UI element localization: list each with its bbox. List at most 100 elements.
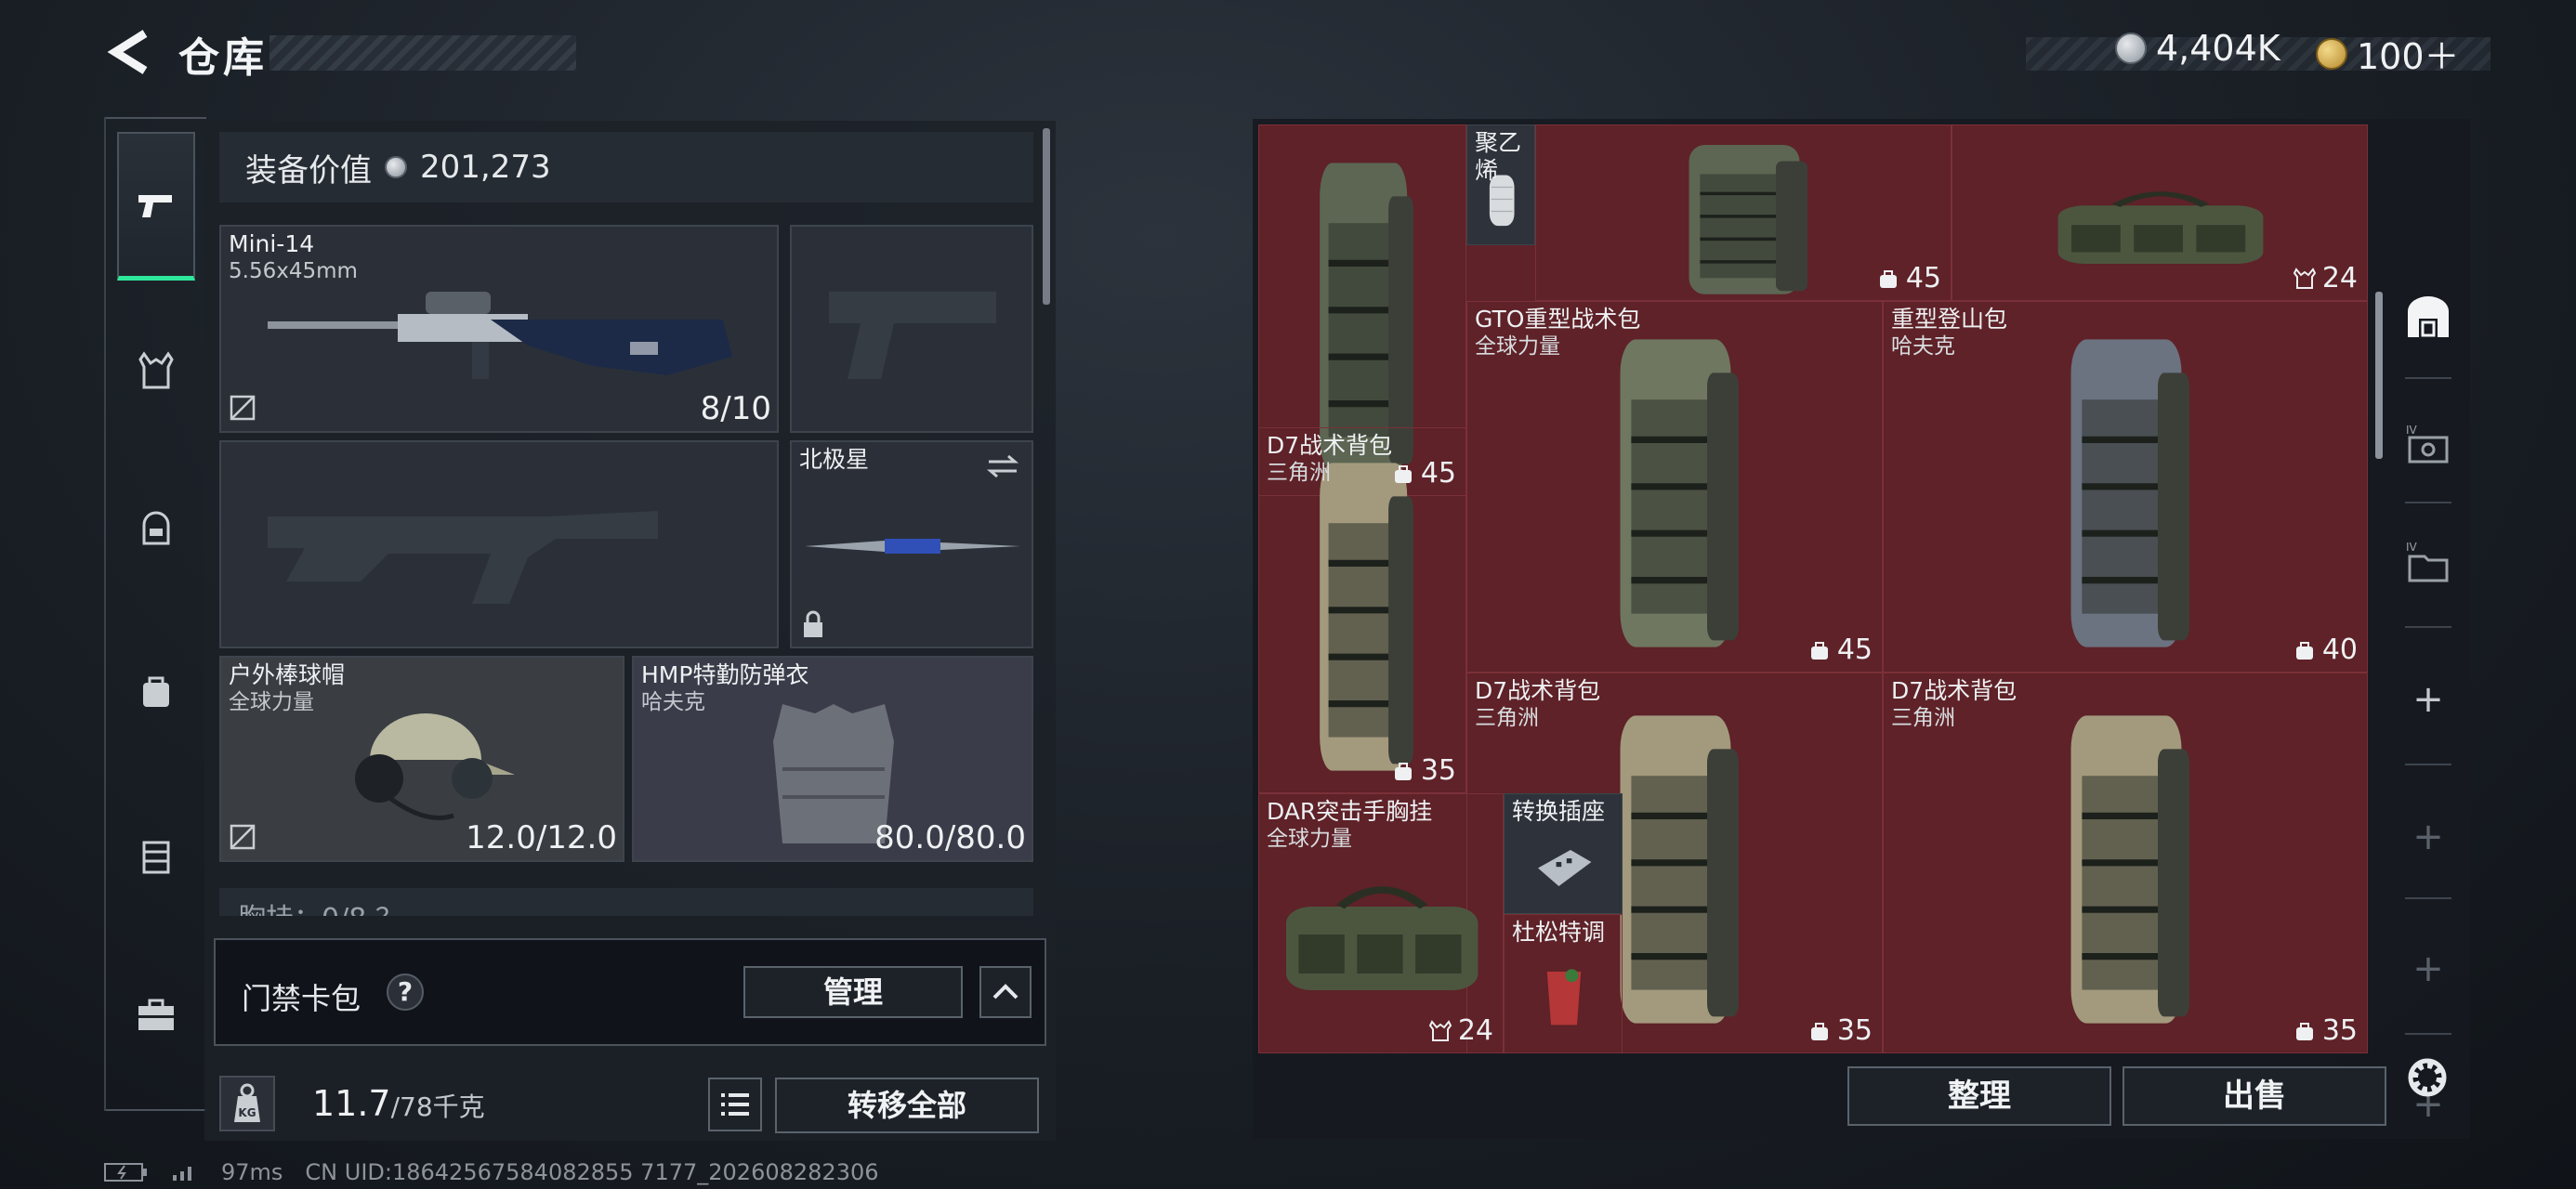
item-name: 重型登山包 [1891,306,2008,333]
storage-item[interactable]: DAR突击手胸挂 全球力量 24 [1258,793,1504,1053]
equipment-scrollbar[interactable] [1043,128,1050,305]
item-capacity: 45 [1876,262,1941,294]
melee-slot[interactable]: 北极星 [790,440,1033,648]
status-bar: 97ms CN UID:18642567584082855 7177_20260… [104,1159,879,1185]
armor-faction: 哈夫克 [641,690,705,714]
weight-current: 11.7 [312,1083,391,1124]
backpack-image [2070,339,2189,647]
storage-tabs: IV IV + + + + [2386,258,2470,1150]
nav-divider [106,117,206,119]
tab-warehouse[interactable] [2396,284,2461,349]
equipment-value: 201,273 [420,149,551,186]
storage-item[interactable]: 24 [1952,124,2368,301]
keycard-pack-bar: 门禁卡包 ? 管理 [214,938,1046,1046]
primary-weapon-name: Mini-14 [229,230,315,257]
equipment-category-nav [104,117,206,1111]
storage-scrollbar[interactable] [2375,292,2383,459]
tab-card-iv[interactable]: IV [2396,531,2461,596]
storage-item[interactable]: GTO重型战术包 全球力量 45 [1466,301,1883,673]
item-capacity-value: 35 [1836,1014,1873,1047]
tab-divider [2405,764,2451,765]
item-faction: 三角洲 [1475,706,1539,730]
weight-readout: 11.7/78千克 [312,1083,485,1124]
weight-bar: KG 11.7/78千克 转移全部 [204,1057,1056,1141]
swap-icon[interactable] [985,453,1020,479]
storage-item[interactable]: 重型登山包 哈夫克 40 [1883,301,2368,673]
list-view-button[interactable] [708,1078,762,1131]
nav-divider [106,1109,206,1111]
sell-button[interactable]: 出售 [2123,1066,2386,1126]
weight-icon-label: KG [238,1106,256,1119]
vest-icon [138,351,174,389]
tab-divider [2405,377,2451,379]
sort-button[interactable]: 整理 [1847,1066,2111,1126]
storage-item[interactable]: D7战术背包 三角洲 35 [1883,673,2368,1053]
equipment-value-label: 装备价值 [245,151,372,189]
warehouse-icon [2408,296,2449,337]
nav-backpack[interactable] [117,652,195,730]
storage-item[interactable]: 45 [1535,124,1952,301]
capacity-icon [1394,464,1412,483]
armor-slot[interactable]: HMP特勤防弹衣 哈夫克 80.0/80.0 [632,656,1033,862]
item-name: D7战术背包 [1891,677,2017,704]
nav-chest-rig[interactable] [117,817,195,895]
silver-coin-icon [2115,33,2147,64]
nav-vest[interactable] [117,333,195,411]
helmet-icon [142,511,170,545]
gold-currency[interactable]: 100＋ [2316,28,2460,79]
primary-weapon-durability: 8/10 [700,390,771,427]
tab-divider [2405,1033,2451,1035]
helmet-slot[interactable]: 户外棒球帽 全球力量 12.0/12.0 [219,656,624,862]
tab-safebox-iv[interactable]: IV [2396,414,2461,479]
item-name: 杜松特调 [1512,919,1606,946]
backpack-image [2070,715,2189,1024]
transfer-all-button[interactable]: 转移全部 [775,1078,1039,1133]
knife-image [805,539,1020,554]
rifle-image [268,292,732,379]
item-capacity-value: 45 [1836,634,1873,666]
tab-add[interactable]: + [2396,667,2461,732]
storage-item[interactable]: 转换插座 [1504,793,1623,914]
nav-helmet[interactable] [117,489,195,567]
expand-button[interactable] [979,966,1032,1018]
keycard-pack-label: 门禁卡包 [242,981,361,1016]
svg-text:IV: IV [2406,541,2418,554]
help-icon[interactable]: ? [387,973,424,1011]
back-arrow-icon[interactable] [104,26,156,78]
tab-add[interactable]: + [2396,936,2461,1001]
chest-rig-label: 胸挂：0/8 ？ [238,895,403,916]
item-faction: 全球力量 [1475,334,1560,359]
chest-rig-row[interactable]: 胸挂：0/8 ？ [219,888,1033,916]
item-capacity: 35 [1807,1014,1873,1047]
capacity-icon [1394,762,1412,780]
top-bar: 仓库 4,404K 100＋ [0,0,2576,111]
item-name: D7战术背包 [1267,432,1393,459]
helmet-name: 户外棒球帽 [229,661,346,688]
secondary-weapon-slot[interactable] [219,440,779,648]
item-capacity-value: 45 [1420,457,1456,490]
uid-text: CN UID:18642567584082855 7177_2026082823… [305,1159,879,1185]
title-decoration [269,35,576,71]
primary-weapon-slot[interactable]: Mini-14 5.56x45mm 8/10 [219,225,779,433]
gear-icon[interactable] [2399,1050,2455,1105]
nav-weapons[interactable] [117,132,195,281]
silver-currency[interactable]: 4,404K [2115,28,2280,69]
backpack-icon [143,676,169,707]
storage-item[interactable]: 聚乙烯 [1466,124,1535,245]
capacity-icon [2295,641,2313,660]
storage-item[interactable]: 杜松特调 [1504,914,1623,1053]
adapter-socket-image [1538,849,1592,886]
manage-button[interactable]: 管理 [743,966,963,1018]
item-name: DAR突击手胸挂 [1267,798,1433,825]
melee-name: 北极星 [799,446,870,473]
nav-toolbox[interactable] [117,975,195,1053]
pistol-slot[interactable] [790,225,1033,433]
item-capacity: 45 [1807,634,1873,666]
rig-capacity-icon [1428,1019,1452,1041]
armor-durability: 80.0/80.0 [874,819,1026,856]
item-faction: 哈夫克 [1891,334,1955,359]
cocktail-image [1546,969,1582,1026]
tab-add[interactable]: + [2396,804,2461,869]
helmet-faction: 全球力量 [229,690,314,714]
item-capacity: 24 [2293,262,2358,294]
